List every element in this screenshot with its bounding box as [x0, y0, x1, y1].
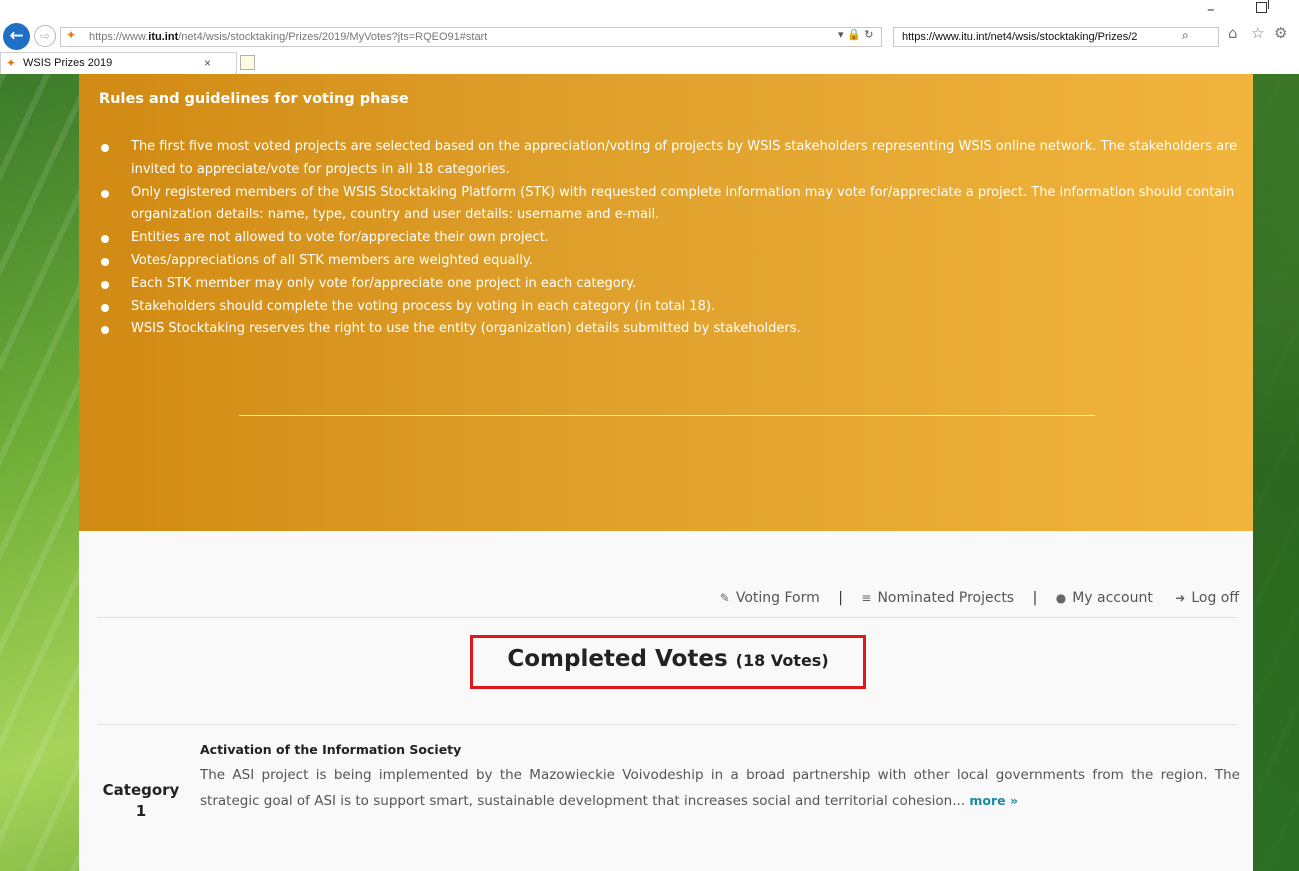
- project-title: Activation of the Information Society: [200, 742, 462, 757]
- home-icon[interactable]: ⌂: [1228, 24, 1238, 42]
- tab-wsis-prizes[interactable]: ✦ WSIS Prizes 2019 ×: [0, 52, 237, 74]
- divider: [97, 617, 1237, 618]
- bullet-icon: [101, 303, 109, 312]
- bullet-icon: [101, 326, 109, 335]
- user-icon: ●: [1055, 591, 1067, 605]
- divider: [239, 415, 1095, 416]
- rules-item: Each STK member may only vote for/apprec…: [99, 273, 1239, 296]
- minimize-button[interactable]: –: [1207, 0, 1215, 18]
- tab-title: WSIS Prizes 2019: [23, 57, 113, 69]
- project-description: The ASI project is being implemented by …: [200, 767, 1240, 809]
- bullet-icon: [101, 189, 109, 198]
- rules-item-text: The first five most voted projects are s…: [131, 139, 1238, 177]
- bullet-icon: [101, 257, 109, 266]
- new-tab-icon[interactable]: [240, 55, 255, 70]
- rules-item-text: Votes/appreciations of all STK members a…: [131, 252, 533, 268]
- forward-button[interactable]: ⇨: [34, 25, 56, 47]
- nav-separator: |: [838, 590, 843, 606]
- list-icon: ≡: [861, 591, 872, 605]
- rules-item: WSIS Stocktaking reserves the right to u…: [99, 318, 1239, 341]
- rules-item: Stakeholders should complete the voting …: [99, 296, 1239, 319]
- nominated-projects-link[interactable]: ≡ Nominated Projects: [861, 590, 1014, 606]
- rules-item: Votes/appreciations of all STK members a…: [99, 250, 1239, 273]
- rules-item-text: Stakeholders should complete the voting …: [131, 298, 716, 314]
- category-label: Category 1: [102, 781, 180, 820]
- search-input[interactable]: https://www.itu.int/net4/wsis/stocktakin…: [893, 27, 1219, 47]
- gear-icon[interactable]: ⚙: [1274, 24, 1287, 42]
- votes-count: (18 Votes): [735, 651, 829, 670]
- my-account-link[interactable]: ● My account: [1056, 590, 1153, 606]
- rules-item-text: Entities are not allowed to vote for/app…: [131, 230, 549, 246]
- dropdown-icon[interactable]: ▾: [838, 28, 844, 41]
- rules-item: Entities are not allowed to vote for/app…: [99, 227, 1239, 250]
- refresh-icon[interactable]: ↻: [864, 28, 873, 41]
- completed-votes-heading: Completed Votes (18 Votes): [507, 646, 829, 672]
- rules-item-text: WSIS Stocktaking reserves the right to u…: [131, 321, 801, 337]
- address-actions[interactable]: ▾ 🔒 ↻: [838, 28, 873, 41]
- bullet-icon: [101, 144, 109, 152]
- more-link[interactable]: more »: [969, 793, 1018, 808]
- favicon-icon: ✦: [66, 28, 77, 42]
- browser-chrome: – ← ⇨ https://www.itu.int/net4/wsis/stoc…: [0, 0, 1299, 74]
- edit-icon: ✎: [719, 591, 730, 605]
- rules-item: The first five most voted projects are s…: [99, 136, 1239, 182]
- star-icon[interactable]: ☆: [1251, 24, 1264, 42]
- bullet-icon: [101, 280, 109, 289]
- url-host: itu.int: [148, 31, 179, 43]
- back-icon: ←: [9, 26, 24, 46]
- rules-item-text: Each STK member may only vote for/apprec…: [131, 275, 637, 291]
- favicon-icon: ✦: [6, 56, 17, 70]
- logout-icon: ➜: [1175, 591, 1186, 605]
- rules-item-text: Only registered members of the WSIS Stoc…: [131, 184, 1235, 223]
- url-prefix: https://www.: [89, 31, 149, 43]
- address-bar[interactable]: https://www.itu.int/net4/wsis/stocktakin…: [60, 27, 882, 47]
- account-nav: ✎ Voting Form | ≡ Nominated Projects | ● My…: [720, 590, 1239, 606]
- divider: [97, 724, 1237, 725]
- forward-icon: ⇨: [39, 29, 51, 43]
- page-background: Rules and guidelines for voting phase Th…: [0, 74, 1299, 871]
- rules-list: The first five most voted projects are s…: [99, 136, 1239, 341]
- nav-separator: |: [1032, 590, 1038, 606]
- rules-item: Only registered members of the WSIS Stoc…: [99, 182, 1239, 228]
- bullet-icon: [101, 235, 109, 244]
- rules-panel: Rules and guidelines for voting phase Th…: [79, 74, 1253, 531]
- back-button[interactable]: ←: [3, 23, 30, 50]
- url-path: /net4/wsis/stocktaking/Prizes/2019/MyVot…: [178, 31, 488, 43]
- log-off-link[interactable]: ➜ Log off: [1175, 590, 1239, 606]
- close-icon[interactable]: ×: [204, 53, 211, 73]
- restore-button[interactable]: [1256, 0, 1269, 13]
- search-icon[interactable]: ⌕: [1182, 28, 1189, 43]
- lock-icon: 🔒: [847, 28, 861, 41]
- tab-strip: ✦ WSIS Prizes 2019 ×: [0, 52, 1299, 74]
- voting-form-link[interactable]: ✎ Voting Form: [720, 590, 820, 606]
- rules-title: Rules and guidelines for voting phase: [99, 91, 409, 107]
- votes-panel: ✎ Voting Form | ≡ Nominated Projects | ● My…: [79, 531, 1253, 871]
